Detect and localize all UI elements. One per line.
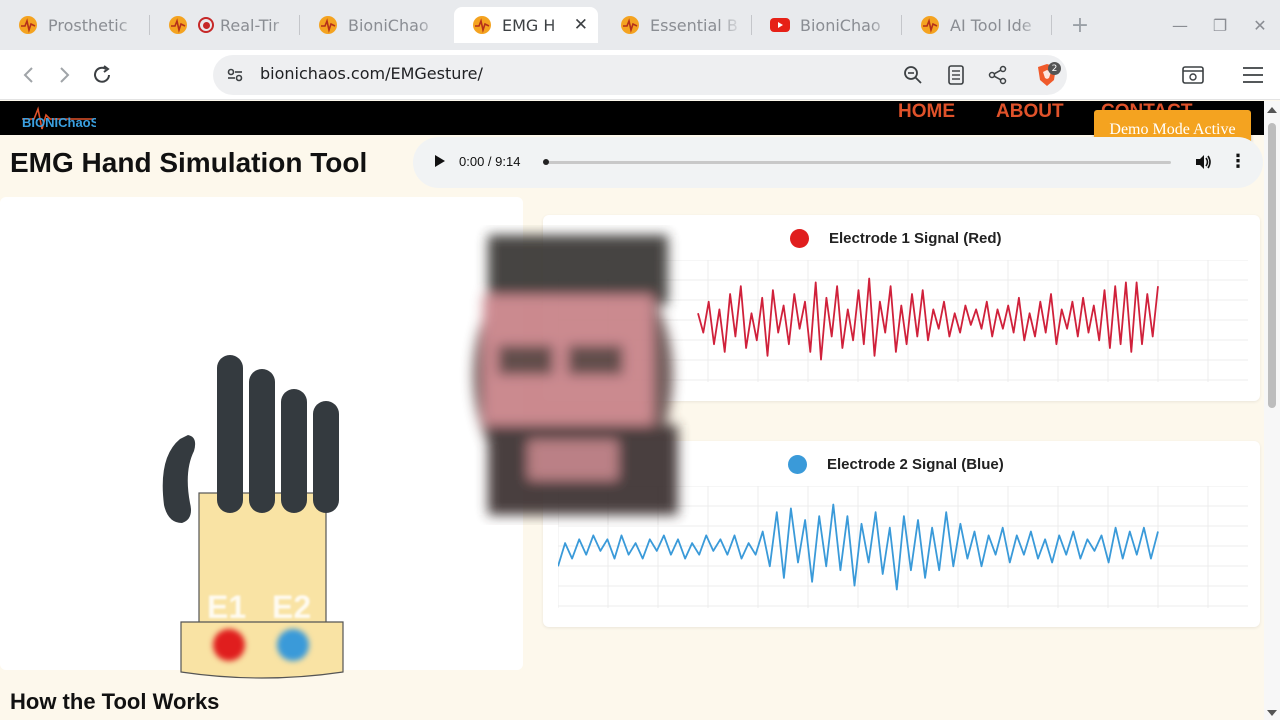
tab-title: Essential B (650, 15, 738, 35)
bionichaos-icon (18, 15, 38, 35)
window-controls: — ❐ ✕ (1160, 0, 1280, 50)
back-button[interactable] (17, 63, 41, 87)
play-icon[interactable] (435, 155, 445, 167)
tab-strip: Prosthetic Real-Tir BioniChao EMG H ✕ Essenti… (0, 0, 1280, 50)
youtube-icon (770, 15, 790, 35)
audio-time: 0:00 / 9:14 (459, 154, 521, 169)
tab-title: BioniChao (348, 15, 429, 35)
electrode-1-label: E1 (207, 589, 247, 625)
logo-text: BIONIChaoS (22, 115, 96, 130)
electrode-1-swatch (790, 229, 809, 248)
back-arrow-icon (23, 67, 33, 83)
scrollbar-thumb[interactable] (1268, 123, 1276, 408)
electrode-2-marker (277, 629, 309, 661)
hand-illustration (162, 355, 344, 679)
brave-shield-icon[interactable]: 2 (1029, 62, 1065, 88)
signal-line-electrode-1 (697, 277, 1159, 361)
finger-ring (281, 389, 307, 513)
tab-separator (1051, 15, 1052, 35)
web-page: BIONIChaoS HOME ABOUT CONTACT Demo Mode … (0, 101, 1264, 720)
tab-title: EMG H (502, 15, 556, 35)
bionichaos-icon (318, 15, 338, 35)
tab-title: BioniChao (800, 15, 881, 35)
url-text[interactable]: bionichaos.com/EMGesture/ (260, 64, 483, 83)
forward-button[interactable] (52, 63, 76, 87)
scroll-down-icon[interactable] (1267, 710, 1277, 716)
page-scrollbar[interactable] (1264, 101, 1280, 720)
reload-icon (94, 65, 110, 83)
tab-search-icon[interactable] (1180, 62, 1206, 88)
electrode-1-chart-title: Electrode 1 Signal (Red) (829, 230, 1002, 247)
thumb-shape (162, 435, 196, 523)
shield-badge: 2 (1048, 62, 1061, 75)
page-title: EMG Hand Simulation Tool (10, 147, 368, 178)
bionichaos-logo[interactable]: BIONIChaoS (20, 105, 100, 133)
finger-index (217, 355, 243, 513)
wrist-band (180, 621, 344, 679)
volume-icon[interactable] (1194, 153, 1212, 171)
presenter-webcam-overlay (473, 235, 678, 515)
menu-icon[interactable] (1240, 62, 1266, 88)
audio-player: 0:00 / 9:14 ⋮ (413, 137, 1263, 188)
forward-arrow-icon (60, 67, 70, 83)
finger-little (313, 401, 339, 513)
maximize-icon[interactable]: ❐ (1200, 16, 1240, 35)
nav-home[interactable]: HOME (898, 101, 955, 123)
minimize-icon[interactable]: — (1160, 16, 1200, 35)
nav-about[interactable]: ABOUT (996, 101, 1064, 123)
tab-title: Prosthetic (48, 15, 128, 35)
close-tab-icon[interactable]: ✕ (574, 15, 588, 35)
tab-4[interactable]: Essential B (602, 7, 752, 43)
site-header: BIONIChaoS HOME ABOUT CONTACT (0, 101, 1264, 135)
electrode-2-chart-title: Electrode 2 Signal (Blue) (827, 456, 1004, 473)
hand-simulation-panel: E1 E2 (0, 197, 523, 679)
bionichaos-icon (920, 15, 940, 35)
electrode-2-label: E2 (272, 589, 312, 625)
tab-2[interactable]: BioniChao (300, 7, 450, 43)
zoom-icon[interactable] (900, 62, 926, 88)
tab-1[interactable]: Real-Tir (150, 7, 300, 43)
share-icon[interactable] (985, 62, 1011, 88)
section-title-how-it-works: How the Tool Works (10, 689, 220, 714)
scroll-up-icon[interactable] (1267, 107, 1277, 113)
finger-middle (249, 369, 275, 513)
tab-3[interactable]: EMG H ✕ (454, 7, 598, 43)
tab-5[interactable]: BioniChao (752, 7, 902, 43)
tab-title: AI Tool Ide (950, 15, 1032, 35)
electrode-2-legend: Electrode 2 Signal (Blue) (788, 455, 1004, 474)
bionichaos-icon (168, 15, 188, 35)
electrode-1-marker (213, 629, 245, 661)
recording-icon (198, 17, 214, 33)
reload-button[interactable] (90, 63, 114, 87)
reader-mode-icon[interactable] (943, 62, 969, 88)
electrode-2-swatch (788, 455, 807, 474)
more-options-icon[interactable]: ⋮ (1229, 151, 1247, 172)
electrode-1-legend: Electrode 1 Signal (Red) (790, 229, 1002, 248)
site-info-icon[interactable] (222, 62, 248, 88)
tab-title: Real-Tir (220, 15, 280, 35)
close-window-icon[interactable]: ✕ (1240, 16, 1280, 35)
tab-0[interactable]: Prosthetic (0, 7, 150, 43)
audio-seek-bar[interactable] (543, 161, 1171, 164)
bionichaos-icon (472, 15, 492, 35)
new-tab-button[interactable]: + (1060, 7, 1100, 43)
audio-seek-handle[interactable] (543, 159, 549, 165)
bionichaos-icon (620, 15, 640, 35)
tab-6[interactable]: AI Tool Ide (902, 7, 1052, 43)
